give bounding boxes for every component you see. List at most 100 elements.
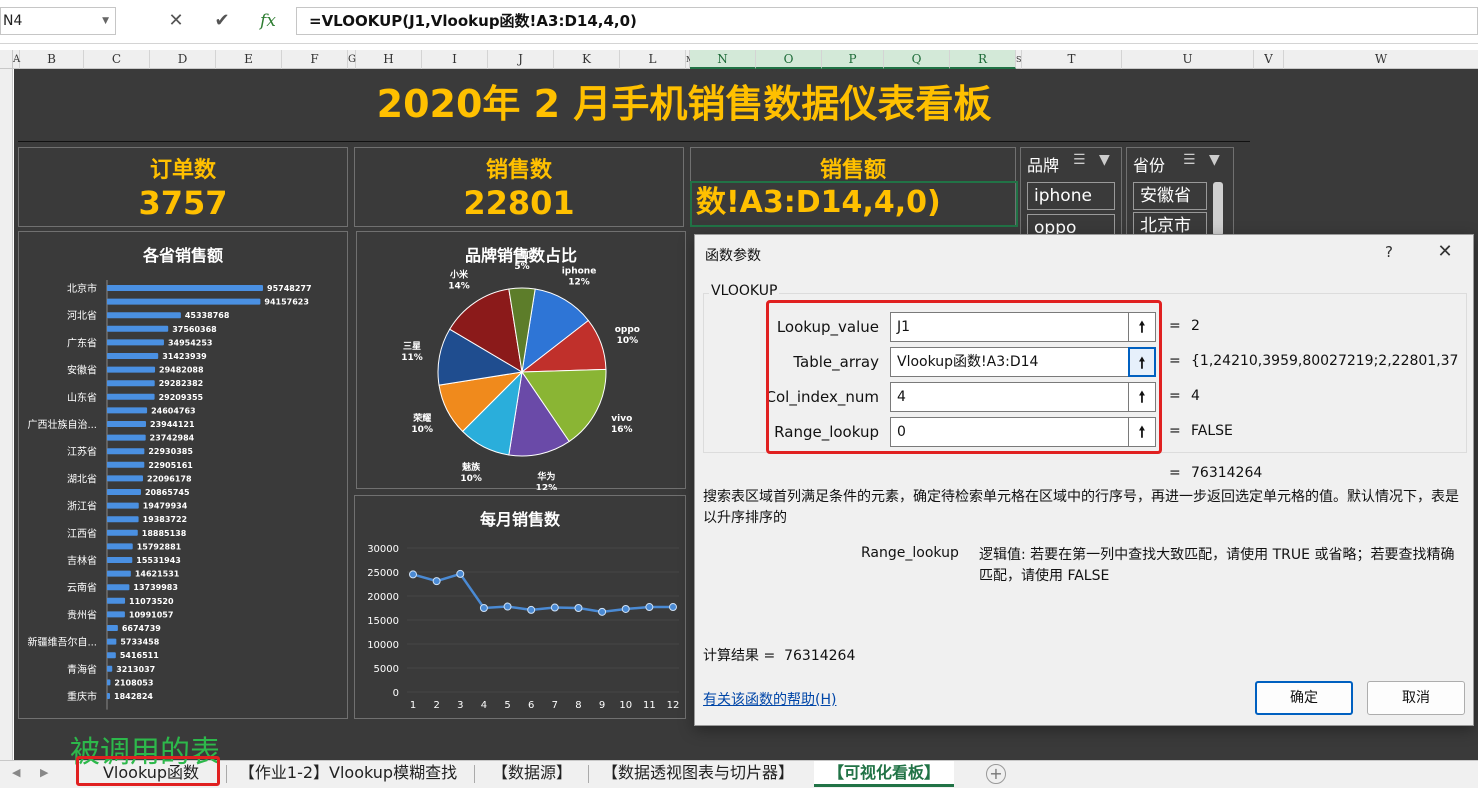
column-g[interactable]: G xyxy=(348,50,356,69)
bar xyxy=(107,557,133,563)
column-k[interactable]: K xyxy=(554,50,620,69)
series-line xyxy=(412,572,673,614)
slice-category-label: 荣耀 xyxy=(412,412,431,424)
tab-pivot[interactable]: 【数据透视图表与切片器】 xyxy=(592,761,804,787)
slice-value-label: 10% xyxy=(460,474,482,484)
slicer-province-header: 省份 xyxy=(1133,156,1166,175)
column-n[interactable]: N xyxy=(690,50,756,69)
category-label: 山东省 xyxy=(67,391,97,404)
bar xyxy=(107,652,116,659)
column-i[interactable]: I xyxy=(422,50,488,69)
x-tick-label: 9 xyxy=(599,700,605,711)
tab-next-icon[interactable]: ▶ xyxy=(40,766,48,779)
column-l[interactable]: L xyxy=(620,50,686,69)
enter-icon[interactable]: ✔ xyxy=(208,7,236,35)
ok-button[interactable]: 确定 xyxy=(1255,681,1353,715)
tab-separator xyxy=(474,765,475,783)
column-u[interactable]: U xyxy=(1122,50,1254,69)
bar xyxy=(107,393,155,400)
y-tick-label: 20000 xyxy=(367,592,399,603)
bar xyxy=(107,584,130,591)
kpi-quantity[interactable]: 销售数 22801 xyxy=(354,147,684,227)
help-link[interactable]: 有关该函数的帮助(H) xyxy=(703,689,836,709)
bar xyxy=(107,366,156,373)
province-sales-chart[interactable]: 各省销售额 95748277 北京市 94157623 45338768 河北省 3756… xyxy=(18,231,348,719)
bar-value-label: 22905161 xyxy=(148,461,193,470)
slice-category-label: 华为 xyxy=(537,470,555,482)
multi-select-icon[interactable]: ☰ xyxy=(1073,152,1086,168)
column-b[interactable]: B xyxy=(20,50,84,69)
select-all-corner[interactable] xyxy=(0,50,13,69)
slicer-item-anhui[interactable]: 安徽省 xyxy=(1133,182,1207,210)
column-t[interactable]: T xyxy=(1022,50,1122,69)
category-label: 北京市 xyxy=(67,282,97,295)
y-tick-label: 15000 xyxy=(367,616,399,627)
close-icon[interactable]: ✕ xyxy=(1433,241,1457,262)
bar xyxy=(107,421,147,427)
column-o[interactable]: O xyxy=(756,50,822,69)
arg-result: 4 xyxy=(1191,388,1200,404)
monthly-sales-chart[interactable]: 每月销售数 30000 25000 20000 15000 10000 5000 0 1 2 3 4… xyxy=(354,495,686,719)
slice-value-label: 10% xyxy=(411,425,433,435)
name-box[interactable]: N4 ▼ xyxy=(0,7,116,35)
editing-cell[interactable]: 数!A3:D14,4,0) xyxy=(690,181,1018,227)
data-point xyxy=(574,604,583,612)
bar-value-label: 31423939 xyxy=(162,352,207,361)
category-label: 河北省 xyxy=(67,309,97,322)
bar xyxy=(107,285,263,291)
bar-value-label: 23742984 xyxy=(150,434,195,443)
multi-select-icon[interactable]: ☰ xyxy=(1183,152,1196,168)
chevron-down-icon[interactable]: ▼ xyxy=(102,8,109,34)
annotation-box xyxy=(76,756,220,786)
column-j[interactable]: J xyxy=(488,50,554,69)
bar xyxy=(107,325,169,332)
tab-dashboard[interactable]: 【可视化看板】 xyxy=(814,761,954,787)
slicer-item-iphone[interactable]: iphone xyxy=(1027,182,1115,210)
name-box-value: N4 xyxy=(3,13,23,29)
bar xyxy=(107,448,145,455)
column-p[interactable]: P xyxy=(822,50,884,69)
add-sheet-icon[interactable]: + xyxy=(986,764,1006,784)
x-tick-label: 7 xyxy=(552,700,558,711)
data-point xyxy=(527,605,536,614)
slice-value-label: 14% xyxy=(448,281,470,291)
slicer-scrollbar[interactable] xyxy=(1213,182,1223,236)
column-w[interactable]: W xyxy=(1284,50,1478,69)
slicer-province: 省份 ☰ ▼ 安徽省 北京市 xyxy=(1126,147,1234,240)
column-a[interactable]: A xyxy=(13,50,20,69)
tab-separator xyxy=(588,765,589,783)
clear-filter-icon[interactable]: ▼ xyxy=(1099,152,1110,168)
column-e[interactable]: E xyxy=(216,50,282,69)
tab-prev-icon[interactable]: ◀ xyxy=(12,766,20,779)
clear-filter-icon[interactable]: ▼ xyxy=(1209,152,1220,168)
sheet-tab-bar: ◀ ▶ Vlookup函数 【作业1-2】Vlookup模糊查找 【数据源】 【… xyxy=(0,760,1478,788)
column-h[interactable]: H xyxy=(356,50,422,69)
slice-value-label: 5% xyxy=(514,262,529,272)
category-label: 浙江省 xyxy=(67,500,97,513)
calc-value: 76314264 xyxy=(784,648,856,664)
arg-result: FALSE xyxy=(1191,423,1233,439)
tab-fuzzy-lookup[interactable]: 【作业1-2】Vlookup模糊查找 xyxy=(230,761,466,787)
bar xyxy=(107,298,261,305)
column-r[interactable]: R xyxy=(950,50,1016,69)
column-c[interactable]: C xyxy=(84,50,150,69)
y-tick-label: 30000 xyxy=(367,544,399,555)
help-icon[interactable]: ? xyxy=(1379,243,1399,261)
data-point xyxy=(550,603,559,612)
brand-share-chart[interactable]: 品牌销售数占比 iphone 12% oppo 10% vivo 16% 华为 12% 魅族 10… xyxy=(356,231,686,490)
formula-input[interactable]: =VLOOKUP(J1,Vlookup函数!A3:D14,4,0) xyxy=(296,7,1478,35)
kpi-orders[interactable]: 订单数 3757 xyxy=(18,147,348,227)
data-point xyxy=(645,603,654,612)
column-d[interactable]: D xyxy=(150,50,216,69)
tab-data-source[interactable]: 【数据源】 xyxy=(480,761,584,787)
bar xyxy=(107,312,181,319)
column-q[interactable]: Q xyxy=(884,50,950,69)
column-v[interactable]: V xyxy=(1254,50,1284,69)
column-f[interactable]: F xyxy=(282,50,348,69)
arg-result: {1,24210,3959,80027219;2,22801,37 xyxy=(1191,353,1459,369)
cancel-button[interactable]: 取消 xyxy=(1367,681,1465,715)
category-label: 广西壮族自治... xyxy=(27,418,97,431)
cancel-icon[interactable]: ✕ xyxy=(162,7,190,35)
category-label: 广东省 xyxy=(67,336,97,349)
insert-function-icon[interactable]: fx xyxy=(254,7,282,35)
